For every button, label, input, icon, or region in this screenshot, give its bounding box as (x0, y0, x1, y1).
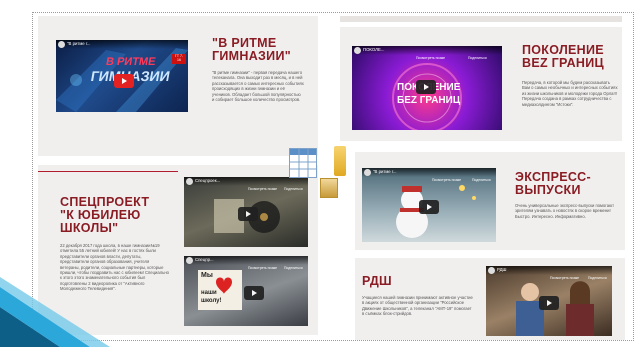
paste-options-icon[interactable] (334, 146, 346, 176)
block5-title: РДШ (362, 274, 392, 288)
block4-title: ЭКСПРЕСС- ВЫПУСКИ (515, 170, 591, 198)
play-icon[interactable] (244, 286, 264, 300)
video-overlay-text-line1: В РИТМЕ (104, 56, 157, 68)
play-icon[interactable] (238, 207, 258, 221)
small-photo-icon[interactable] (320, 178, 338, 198)
video-title[interactable]: Спецпроек... (195, 178, 220, 183)
share-label[interactable]: Поделиться (588, 276, 607, 280)
channel-avatar (364, 169, 371, 176)
block1-title-line2: ГИМНАЗИИ" (212, 49, 291, 64)
video-title[interactable]: "В ритме г... (373, 169, 397, 174)
block1-title: "В РИТМЕ ГИМНАЗИИ" (212, 36, 291, 64)
presentation-slide: "В ритме г... В РИТМЕ ГИМНАЗИИ ГТ 7-16 "… (0, 0, 635, 347)
watch-later-label[interactable]: Посмотреть позже (248, 266, 277, 270)
share-label[interactable]: Поделиться (284, 187, 303, 191)
block1-description: "В ритме гимназии" - первая передача наш… (212, 70, 304, 102)
video-embed-pokolenie[interactable]: ПОКОЛЕ... Посмотреть позже Поделиться ПО… (352, 46, 502, 130)
block4-title-line2: ВЫПУСКИ (515, 183, 581, 198)
watch-later-label[interactable]: Посмотреть позже (416, 56, 445, 60)
slide-arrow-marker (26, 335, 32, 343)
age-badge: ГТ 7-16 (172, 54, 186, 64)
block3-title-line3: ШКОЛЫ" (60, 221, 119, 236)
channel-avatar (488, 267, 495, 274)
watch-later-label[interactable]: Посмотреть позже (550, 276, 579, 280)
block2-description: Передача, в которой мы будем рассказыват… (522, 80, 618, 107)
play-icon[interactable] (416, 80, 436, 94)
block5-description: Учащиеся нашей гимназии принимают активн… (362, 295, 473, 317)
channel-avatar (186, 178, 193, 185)
video-embed-rdsh[interactable]: РДШ Посмотреть позже Поделиться (486, 266, 612, 336)
channel-avatar (58, 41, 65, 48)
decorative-ribbon (0, 277, 110, 347)
video-overlay-text-line2: БЕZ ГРАНИЦ (397, 95, 461, 106)
video-embed-specproekt-2[interactable]: Спецпр... Посмотреть позже Поделиться Мы… (184, 256, 308, 326)
video-embed-specproekt-1[interactable]: Спецпроек... Посмотреть позже Поделиться (184, 177, 308, 247)
play-icon[interactable] (419, 200, 439, 214)
block3-title: СПЕЦПРОЕКТ "К ЮБИЛЕЮ ШКОЛЫ" (60, 195, 149, 236)
channel-avatar (186, 257, 193, 264)
share-label[interactable]: Поделиться (468, 56, 487, 60)
video-title[interactable]: "В ритме г... (67, 41, 91, 46)
video-title[interactable]: Спецпр... (195, 257, 214, 262)
block4-description: Очень универсальные экспресс-выпуски пом… (515, 203, 614, 219)
table-grid-icon (290, 149, 316, 177)
play-icon[interactable] (114, 74, 134, 88)
video-embed-express[interactable]: "В ритме г... Посмотреть позже Поделитьс… (362, 168, 496, 242)
video-embed-v-ritme[interactable]: "В ритме г... В РИТМЕ ГИМНАЗИИ ГТ 7-16 (56, 40, 188, 112)
right-top-strip (340, 16, 622, 22)
share-label[interactable]: Поделиться (472, 178, 491, 182)
watch-later-label[interactable]: Посмотреть позже (248, 187, 277, 191)
play-icon[interactable] (539, 296, 559, 310)
sign-text-line3: школу! (201, 298, 222, 304)
block2-title: ПОКОЛЕНИЕ BEZ ГРАНИЦ (522, 43, 604, 71)
video-title[interactable]: РДШ (497, 267, 506, 272)
block3-accent-line (38, 171, 178, 172)
table-object-icon[interactable] (289, 148, 317, 178)
channel-avatar (354, 47, 361, 54)
sign-text-line2: наши (201, 290, 217, 296)
block2-title-line2: BEZ ГРАНИЦ (522, 56, 604, 71)
sign-text-line1: Мы (201, 272, 213, 279)
video-title[interactable]: ПОКОЛЕ... (363, 47, 384, 52)
share-label[interactable]: Поделиться (284, 266, 303, 270)
watch-later-label[interactable]: Посмотреть позже (432, 178, 461, 182)
